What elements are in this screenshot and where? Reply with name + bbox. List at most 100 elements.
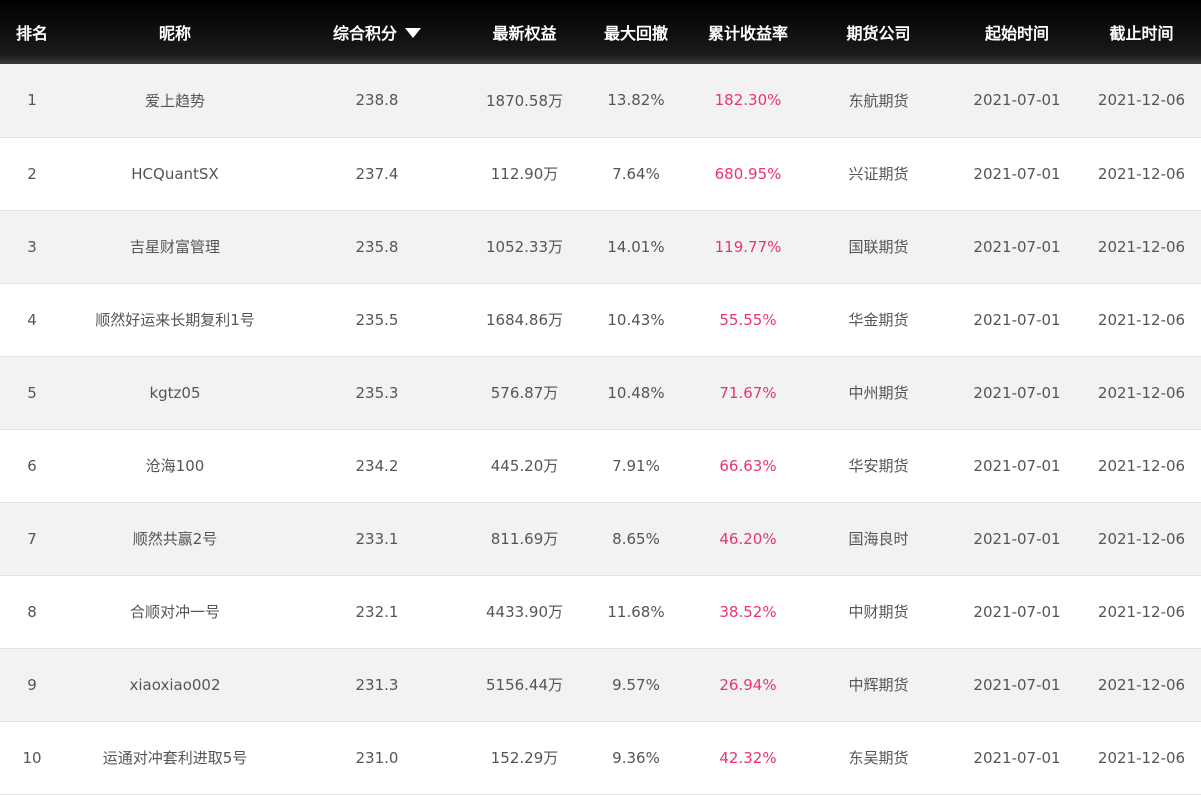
cell-start: 2021-07-01 <box>973 237 1061 256</box>
cell-score: 238.8 <box>355 91 399 110</box>
cell-equity: 445.20万 <box>490 457 559 475</box>
cell-rank: 7 <box>27 529 37 548</box>
cell-return-rate: 680.95% <box>714 164 782 183</box>
cell-score: 231.0 <box>355 748 399 767</box>
table-row[interactable]: 1 爱上趋势 238.8 1870.58万 13.82% 182.30% 东航期货 2021-… <box>0 64 1201 137</box>
cell-score: 234.2 <box>355 456 399 475</box>
header-company[interactable]: 期货公司 <box>805 0 952 64</box>
cell-equity: 576.87万 <box>490 384 559 402</box>
cell-company: 东吴期货 <box>848 749 909 767</box>
cell-rank: 5 <box>27 383 37 402</box>
cell-company: 华安期货 <box>848 457 909 475</box>
cell-drawdown: 7.91% <box>612 456 660 475</box>
cell-company: 兴证期货 <box>848 165 909 183</box>
header-equity[interactable]: 最新权益 <box>468 0 581 64</box>
cell-rank: 9 <box>27 675 37 694</box>
table-row[interactable]: 2 HCQuantSX 237.4 112.90万 7.64% 680.95% 兴证期货 20… <box>0 137 1201 210</box>
header-score-label: 综合积分 <box>332 24 397 43</box>
cell-score: 235.5 <box>355 310 399 329</box>
cell-equity: 1052.33万 <box>485 238 564 256</box>
cell-return-rate: 26.94% <box>719 675 777 694</box>
cell-return-rate: 182.30% <box>714 91 782 110</box>
cell-drawdown: 10.43% <box>607 310 665 329</box>
table-body: 1 爱上趋势 238.8 1870.58万 13.82% 182.30% 东航期货 2021-… <box>0 64 1201 794</box>
header-drawdown[interactable]: 最大回撤 <box>581 0 691 64</box>
cell-end: 2021-12-06 <box>1097 91 1186 110</box>
cell-drawdown: 8.65% <box>612 529 660 548</box>
header-row: 排名 昵称 综合积分 最新权益 最大回撤 累计收益率 期货公司 起始时间 截止时… <box>0 0 1201 64</box>
cell-rank: 10 <box>22 748 42 767</box>
cell-nickname: 运通对冲套利进取5号 <box>102 749 248 767</box>
cell-nickname: 爱上趋势 <box>144 91 205 110</box>
cell-company: 中辉期货 <box>848 676 909 694</box>
cell-nickname: xiaoxiao002 <box>129 675 221 694</box>
cell-return-rate: 38.52% <box>719 602 777 621</box>
cell-equity: 5156.44万 <box>485 676 564 694</box>
cell-end: 2021-12-06 <box>1097 675 1186 694</box>
cell-end: 2021-12-06 <box>1097 456 1186 475</box>
cell-start: 2021-07-01 <box>973 383 1061 402</box>
cell-rank: 3 <box>27 237 37 256</box>
cell-company: 华金期货 <box>848 311 909 329</box>
table-row[interactable]: 5 kgtz05 235.3 576.87万 10.48% 71.67% 中州期货 2021-… <box>0 356 1201 429</box>
cell-end: 2021-12-06 <box>1097 237 1186 256</box>
cell-return-rate: 42.32% <box>719 748 777 767</box>
cell-end: 2021-12-06 <box>1097 748 1186 767</box>
header-rank[interactable]: 排名 <box>0 0 64 64</box>
cell-equity: 112.90万 <box>490 165 559 183</box>
table-row[interactable]: 9 xiaoxiao002 231.3 5156.44万 9.57% 26.94% 中辉期货… <box>0 648 1201 721</box>
header-start[interactable]: 起始时间 <box>952 0 1082 64</box>
header-end[interactable]: 截止时间 <box>1082 0 1201 64</box>
cell-drawdown: 10.48% <box>607 383 665 402</box>
cell-nickname: HCQuantSX <box>131 164 219 183</box>
cell-start: 2021-07-01 <box>973 456 1061 475</box>
header-nickname[interactable]: 昵称 <box>64 0 286 64</box>
cell-company: 国联期货 <box>848 238 909 256</box>
table-header: 排名 昵称 综合积分 最新权益 最大回撤 累计收益率 期货公司 起始时间 截止时… <box>0 0 1201 64</box>
cell-nickname: 顺然共赢2号 <box>132 530 218 548</box>
table-row[interactable]: 6 沧海100 234.2 445.20万 7.91% 66.63% 华安期货 2021-07… <box>0 429 1201 502</box>
table-row[interactable]: 7 顺然共赢2号 233.1 811.69万 8.65% 46.20% 国海良时 2021-0… <box>0 502 1201 575</box>
cell-company: 中财期货 <box>848 603 909 621</box>
cell-company: 国海良时 <box>848 530 909 548</box>
cell-equity: 152.29万 <box>490 749 559 767</box>
cell-rank: 2 <box>27 164 37 183</box>
sort-down-triangle-icon[interactable] <box>405 28 421 38</box>
cell-start: 2021-07-01 <box>973 310 1061 329</box>
table-row[interactable]: 8 合顺对冲一号 232.1 4433.90万 11.68% 38.52% 中财期货 2021… <box>0 575 1201 648</box>
cell-equity: 811.69万 <box>490 530 559 548</box>
cell-equity: 4433.90万 <box>485 603 564 621</box>
header-score[interactable]: 综合积分 <box>286 0 468 64</box>
cell-end: 2021-12-06 <box>1097 310 1186 329</box>
cell-return-rate: 66.63% <box>719 456 777 475</box>
cell-drawdown: 9.57% <box>612 675 660 694</box>
cell-nickname: kgtz05 <box>149 383 201 402</box>
cell-return-rate: 55.55% <box>719 310 777 329</box>
table-row[interactable]: 4 顺然好运来长期复利1号 235.5 1684.86万 10.43% 55.55% 华金期… <box>0 283 1201 356</box>
cell-equity: 1684.86万 <box>485 311 564 329</box>
cell-score: 235.8 <box>355 237 399 256</box>
cell-start: 2021-07-01 <box>973 602 1061 621</box>
cell-end: 2021-12-06 <box>1097 383 1186 402</box>
cell-drawdown: 9.36% <box>612 748 660 767</box>
cell-nickname: 顺然好运来长期复利1号 <box>95 311 255 329</box>
cell-end: 2021-12-06 <box>1097 164 1186 183</box>
cell-nickname: 沧海100 <box>145 457 205 475</box>
cell-score: 233.1 <box>355 529 399 548</box>
cell-start: 2021-07-01 <box>973 748 1061 767</box>
cell-nickname: 吉星财富管理 <box>129 238 220 256</box>
cell-rank: 6 <box>27 456 37 475</box>
cell-rank: 1 <box>27 91 37 110</box>
cell-score: 237.4 <box>355 164 399 183</box>
cell-rank: 4 <box>27 310 37 329</box>
cell-drawdown: 7.64% <box>612 164 660 183</box>
table-row[interactable]: 10 运通对冲套利进取5号 231.0 152.29万 9.36% 42.32% 东吴期货 2… <box>0 721 1201 794</box>
table-row[interactable]: 3 吉星财富管理 235.8 1052.33万 14.01% 119.77% 国联期货 202… <box>0 210 1201 283</box>
cell-equity: 1870.58万 <box>485 91 564 110</box>
cell-rank: 8 <box>27 602 37 621</box>
cell-company: 东航期货 <box>848 91 909 110</box>
cell-start: 2021-07-01 <box>973 164 1061 183</box>
header-return-rate[interactable]: 累计收益率 <box>691 0 805 64</box>
cell-drawdown: 11.68% <box>607 602 665 621</box>
ranking-table: 排名 昵称 综合积分 最新权益 最大回撤 累计收益率 期货公司 起始时间 截止时… <box>0 0 1201 795</box>
